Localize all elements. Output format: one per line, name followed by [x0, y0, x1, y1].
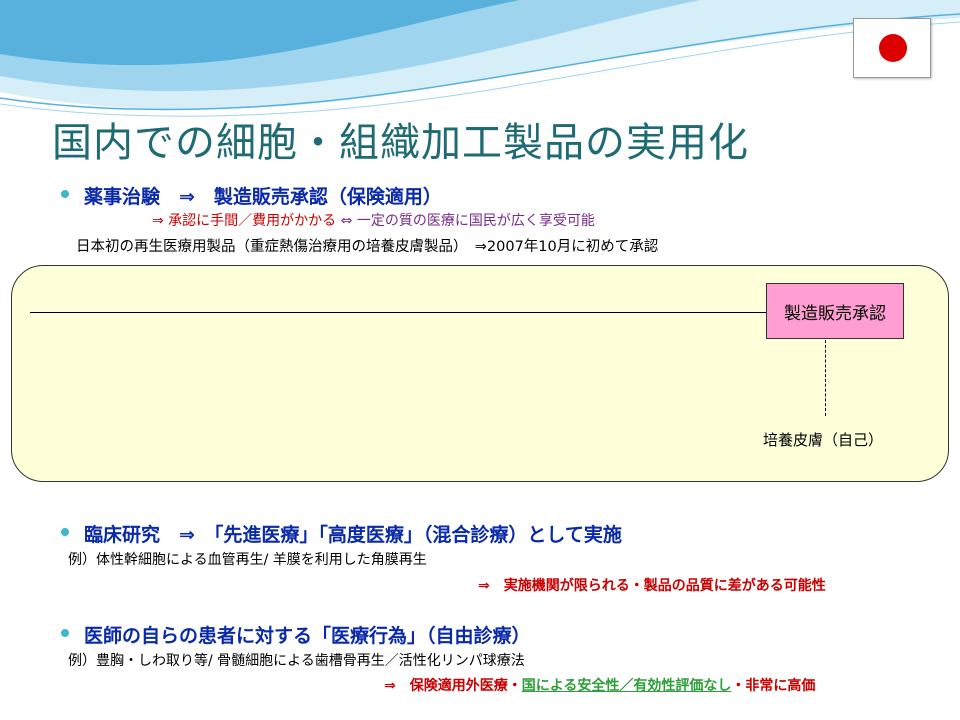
medical-practice-example: 例）豊胸・しわ取り等/ 骨髄細胞による歯槽骨再生／活性化リンパ球療法 — [68, 653, 525, 669]
approval-connector-line — [825, 340, 826, 416]
note-prefix: ⇒ 保険適用外医療・ — [384, 678, 522, 694]
product-label: 培養皮膚（自己） — [763, 431, 884, 449]
clinical-trial-note: ⇒ 承認に手間／費用がかかる ⇔ 一定の質の医療に国民が広く享受可能 — [152, 210, 595, 230]
bullet-icon — [61, 528, 69, 536]
clinical-research-note: ⇒ 実施機関が限られる・製品の品質に差がある可能性 — [478, 578, 826, 594]
note-cost-text: ⇒ 承認に手間／費用がかかる — [152, 213, 337, 229]
flag-red-disc — [879, 34, 907, 62]
note-suffix: ・非常に高価 — [731, 678, 816, 694]
bullet-icon — [61, 629, 69, 637]
clinical-research-example: 例）体性幹細胞による血管再生/ 羊膜を利用した角膜再生 — [68, 552, 427, 568]
bullet-icon — [61, 190, 69, 198]
medical-practice-note: ⇒ 保険適用外医療・国による安全性／有効性評価なし・非常に高価 — [384, 675, 815, 695]
japan-flag-icon — [853, 18, 931, 78]
note-equivalence-arrow: ⇔ — [340, 213, 353, 229]
slide-title: 国内での細胞・組織加工製品の実用化 — [52, 120, 749, 166]
note-benefit-text: 一定の質の医療に国民が広く享受可能 — [356, 213, 595, 229]
approval-box: 製造販売承認 — [766, 283, 904, 339]
section-heading-clinical-trial: 薬事治験 ⇒ 製造販売承認（保険適用） — [84, 186, 442, 208]
section-heading-medical-practice: 医師の自らの患者に対する「医療行為」（自由診療） — [84, 625, 531, 647]
note-no-evaluation-link: 国による安全性／有効性評価なし — [521, 678, 732, 694]
clinical-trial-example: 日本初の再生医療用製品（重症熱傷治療用の培養皮膚製品） ⇒2007年10月に初め… — [76, 239, 659, 255]
section-heading-clinical-research: 臨床研究 ⇒ 「先進医療」「高度医療」（混合診療）として実施 — [84, 524, 622, 546]
timeline-line — [30, 312, 768, 313]
